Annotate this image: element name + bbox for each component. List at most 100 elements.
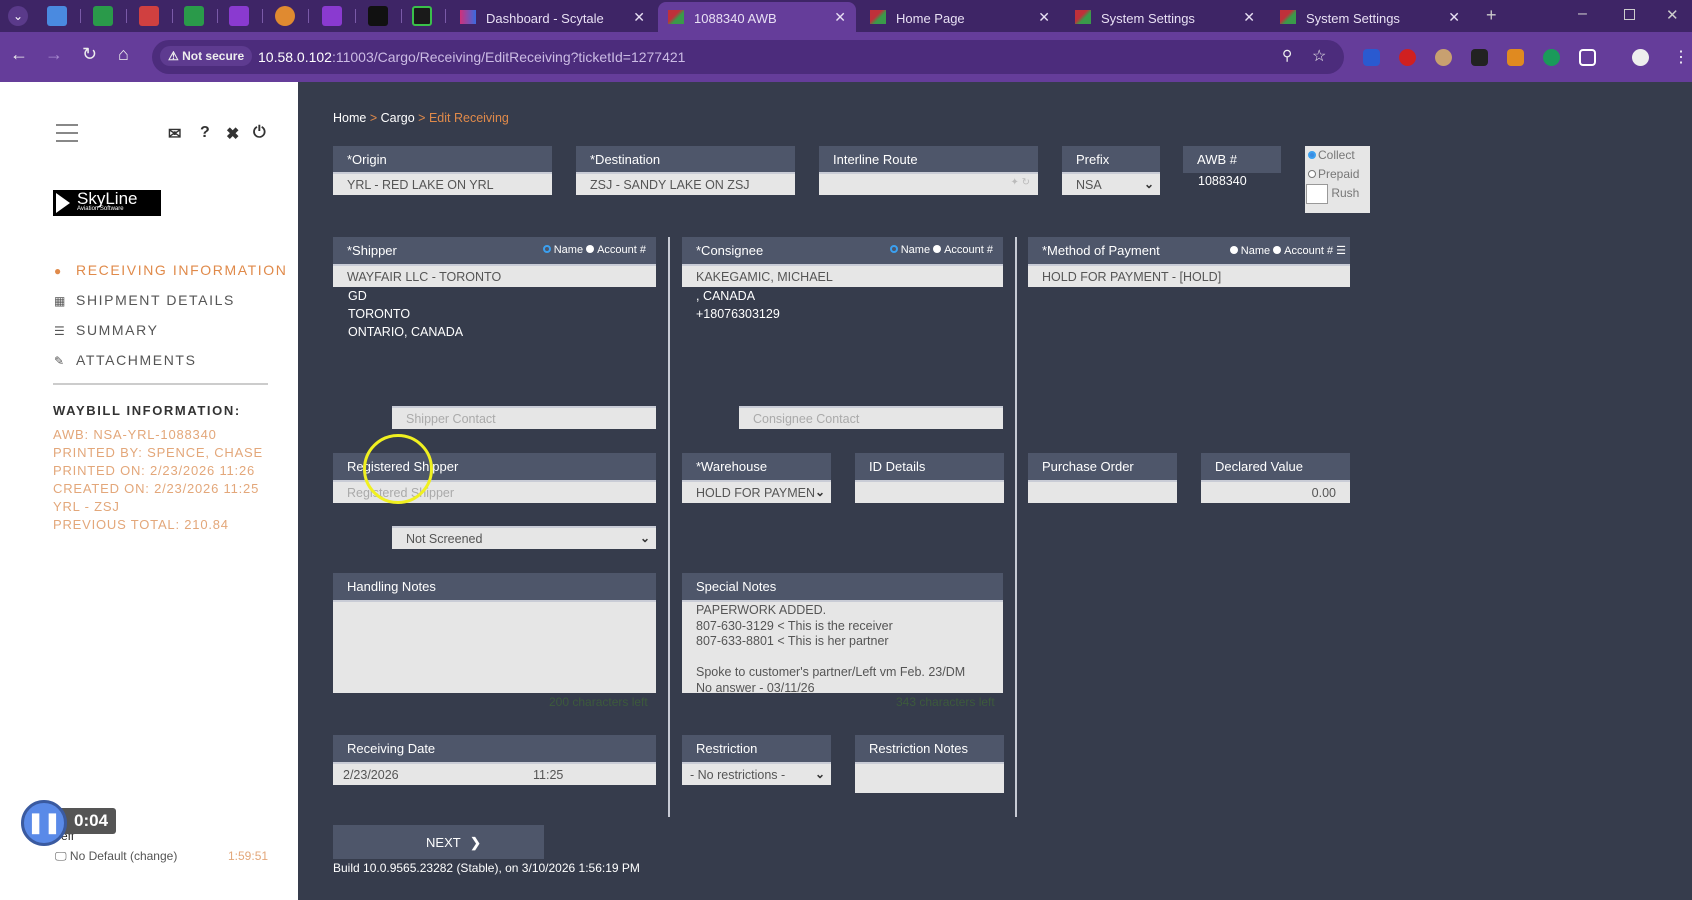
receiving-date-value: 2/23/2026 xyxy=(343,768,399,782)
pinned-tab-sheets-icon[interactable] xyxy=(184,6,204,26)
minimize-button[interactable]: – xyxy=(1578,5,1587,23)
nav-label: SHIPMENT DETAILS xyxy=(76,292,235,308)
restriction-notes-label: Restriction Notes xyxy=(855,735,1004,762)
origin-input[interactable]: YRL - RED LAKE ON YRL xyxy=(333,172,552,195)
tab-system-settings[interactable]: System Settings ✕ xyxy=(1270,2,1470,32)
destination-input[interactable]: ZSJ - SANDY LAKE ON ZSJ xyxy=(576,172,795,195)
pinned-tab-sheets-icon[interactable] xyxy=(93,6,113,26)
id-details-input[interactable] xyxy=(855,480,1004,503)
pinned-tab-visual-studio-icon[interactable] xyxy=(229,6,249,26)
pinned-tab-visual-studio-icon[interactable] xyxy=(322,6,342,26)
special-notes-textarea[interactable]: PAPERWORK ADDED. 807-630-3129 < This is t… xyxy=(682,600,1003,693)
browser-tab-strip: ⌄ Dashboard - Scytale ✕ 1088340 AWB ✕ Home… xyxy=(0,0,1692,32)
tab-dashboard-scytale[interactable]: Dashboard - Scytale ✕ xyxy=(450,2,655,32)
tab-home-page[interactable]: Home Page ✕ xyxy=(860,2,1060,32)
handling-notes-textarea[interactable] xyxy=(333,600,656,693)
power-icon[interactable]: ⏻ xyxy=(253,124,266,142)
breadcrumb-cargo[interactable]: Cargo xyxy=(381,111,415,125)
prefix-select[interactable]: NSA ⌄ xyxy=(1062,172,1160,195)
next-button[interactable]: NEXT ❯ xyxy=(333,825,544,859)
extension-icon[interactable] xyxy=(1507,49,1524,66)
nav-receiving-information[interactable]: ● RECEIVING INFORMATION xyxy=(54,262,287,278)
pinned-tab-plane-icon[interactable] xyxy=(275,6,295,26)
name-radio[interactable] xyxy=(889,245,898,253)
printer-setting[interactable]: 🖵 No Default (change) xyxy=(55,849,177,864)
extension-icon[interactable] xyxy=(1435,49,1452,66)
grammarly-extension-icon[interactable] xyxy=(1543,49,1560,66)
method-of-payment-input[interactable]: HOLD FOR PAYMENT - [HOLD] xyxy=(1028,264,1350,287)
consignee-label: *Consignee xyxy=(696,243,764,258)
name-radio[interactable] xyxy=(1229,246,1238,254)
zoom-icon[interactable]: ⚲ xyxy=(1282,47,1292,64)
restriction-select[interactable]: - No restrictions - ⌄ xyxy=(682,762,831,785)
close-tab-icon[interactable]: ✕ xyxy=(1243,9,1255,26)
bookmark-star-icon[interactable]: ☆ xyxy=(1312,46,1326,66)
receiving-date-input[interactable]: 2/23/2026 11:25 xyxy=(333,762,656,785)
restriction-notes-textarea[interactable] xyxy=(855,762,1004,793)
close-window-button[interactable]: ✕ xyxy=(1666,6,1679,24)
pinned-tab-calendar-icon[interactable] xyxy=(47,6,67,26)
profile-avatar[interactable] xyxy=(1632,49,1649,66)
account-radio[interactable] xyxy=(1273,246,1282,254)
pinned-tab-app-icon[interactable] xyxy=(139,6,159,26)
adblock-extension-icon[interactable] xyxy=(1399,49,1416,66)
hamburger-menu-icon[interactable] xyxy=(56,124,78,142)
tab-search-button[interactable]: ⌄ xyxy=(8,6,28,26)
rush-checkbox[interactable]: Rush xyxy=(1306,184,1367,204)
forward-icon[interactable]: → xyxy=(45,44,63,65)
recording-pause-button[interactable]: ❚❚ xyxy=(21,800,67,846)
consignee-input[interactable]: KAKEGAMIC, MICHAEL xyxy=(682,264,1003,287)
terminal-extension-icon[interactable] xyxy=(1471,49,1488,66)
reload-icon[interactable]: ↻ xyxy=(82,44,97,65)
receiving-time-value: 11:25 xyxy=(533,768,564,782)
prepaid-label: Prepaid xyxy=(1318,167,1360,181)
account-radio[interactable] xyxy=(586,245,595,253)
tab-1088340-awb[interactable]: 1088340 AWB ✕ xyxy=(658,2,856,32)
interline-route-input[interactable]: ✦ ↻ xyxy=(819,172,1038,195)
refresh-icon[interactable]: ✦ ↻ xyxy=(1010,177,1030,188)
tab-system-settings[interactable]: System Settings ✕ xyxy=(1065,2,1265,32)
breadcrumb-home[interactable]: Home xyxy=(333,111,366,125)
warehouse-select[interactable]: HOLD FOR PAYMENT ⌄ xyxy=(682,480,831,503)
security-label: Not secure xyxy=(182,49,245,63)
help-icon[interactable]: ? xyxy=(200,124,210,142)
close-tab-icon[interactable]: ✕ xyxy=(633,9,645,26)
extensions-puzzle-icon[interactable] xyxy=(1579,49,1596,66)
shipper-input[interactable]: WAYFAIR LLC - TORONTO xyxy=(333,264,656,287)
screening-select[interactable]: Not Screened ⌄ xyxy=(392,526,656,549)
close-icon[interactable]: ✖ xyxy=(226,124,239,144)
maximize-button[interactable] xyxy=(1624,9,1635,20)
bitwarden-extension-icon[interactable] xyxy=(1363,49,1380,66)
id-details-label: ID Details xyxy=(855,453,1004,480)
waybill-printed-on: PRINTED ON: 2/23/2026 11:26 xyxy=(53,463,256,478)
collect-radio[interactable]: Collect xyxy=(1308,148,1367,162)
prepaid-radio[interactable]: Prepaid xyxy=(1308,167,1367,181)
note-line: PAPERWORK ADDED. xyxy=(696,603,827,617)
shipper-address-line: TORONTO xyxy=(348,307,411,321)
home-icon[interactable]: ⌂ xyxy=(118,44,129,65)
address-bar[interactable]: ⚠ Not secure 10.58.0.102:11003/Cargo/Rec… xyxy=(152,40,1344,74)
consignee-contact-input[interactable]: Consignee Contact xyxy=(739,406,1003,429)
destination-label: *Destination xyxy=(576,146,795,173)
paperclip-icon: ✎ xyxy=(54,354,66,368)
browser-menu-icon[interactable]: ⋮ xyxy=(1673,47,1689,67)
declared-value-input[interactable]: 0.00 xyxy=(1201,480,1350,503)
new-tab-button[interactable]: + xyxy=(1486,5,1497,26)
nav-summary[interactable]: ☰ SUMMARY xyxy=(54,322,159,338)
mail-icon[interactable]: ✉ xyxy=(168,124,181,144)
security-chip[interactable]: ⚠ Not secure xyxy=(160,46,253,66)
purchase-order-input[interactable] xyxy=(1028,480,1177,503)
nav-attachments[interactable]: ✎ ATTACHMENTS xyxy=(54,352,197,368)
name-radio[interactable] xyxy=(542,245,551,253)
nav-shipment-details[interactable]: ▦ SHIPMENT DETAILS xyxy=(54,292,235,308)
account-radio[interactable] xyxy=(933,245,942,253)
pinned-tab-mail-icon[interactable] xyxy=(368,6,388,26)
pinned-tab-app-icon[interactable] xyxy=(412,6,432,26)
list-icon[interactable]: ☰ xyxy=(1336,245,1346,257)
close-tab-icon[interactable]: ✕ xyxy=(1448,9,1460,26)
close-tab-icon[interactable]: ✕ xyxy=(1038,9,1050,26)
consignee-header: *Consignee Name Account # xyxy=(682,237,1003,264)
close-tab-icon[interactable]: ✕ xyxy=(834,9,846,26)
shipper-contact-input[interactable]: Shipper Contact xyxy=(392,406,656,429)
back-icon[interactable]: ← xyxy=(10,44,28,65)
